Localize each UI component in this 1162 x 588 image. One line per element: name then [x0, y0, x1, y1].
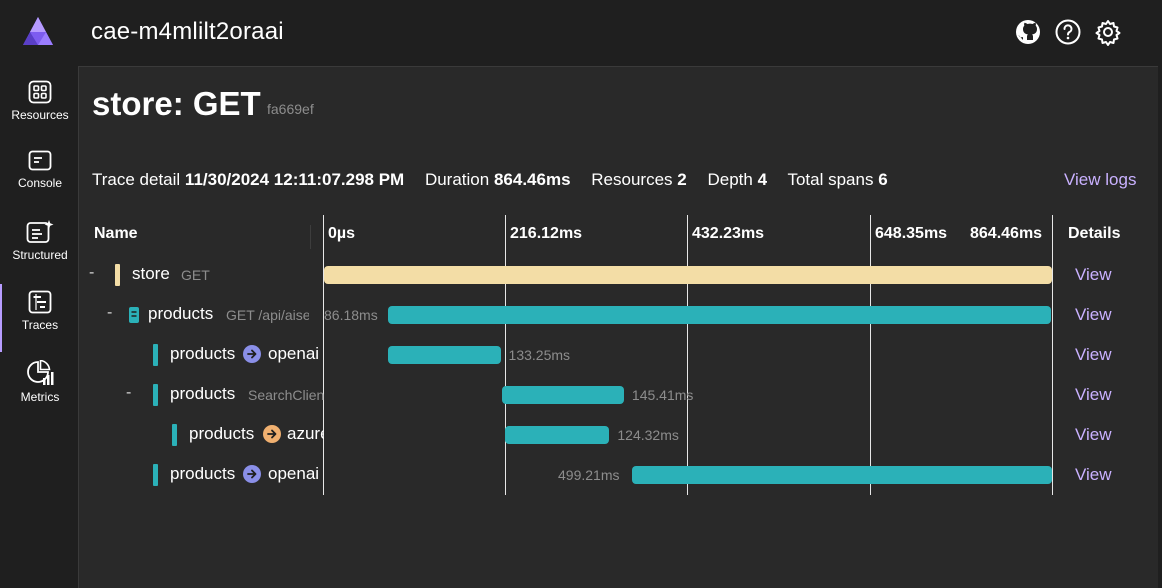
sidebar-item-structured[interactable]: Structured: [4, 208, 76, 272]
span-duration-label: 133.25ms: [508, 347, 571, 363]
aspire-logo-icon[interactable]: [22, 16, 54, 46]
span-duration-label: 145.41ms: [631, 387, 694, 403]
sidebar-item-traces[interactable]: Traces: [0, 278, 76, 352]
span-color-indicator: [153, 344, 158, 366]
sidebar-item-label: Resources: [11, 108, 69, 122]
project-icon: [129, 307, 139, 323]
span-duration-label: 499.21ms: [558, 467, 620, 483]
trace-detail-panel: store: GET fa669ef Trace detail 11/30/20…: [78, 66, 1158, 588]
span-row[interactable]: products azure 124.32ms View: [79, 415, 1159, 455]
trace-summary: Trace detail 11/30/2024 12:11:07.298 PM …: [92, 170, 904, 190]
sidebar-item-console[interactable]: Console: [4, 138, 76, 202]
outgoing-call-icon: [243, 345, 261, 363]
view-span-link[interactable]: View: [1075, 385, 1112, 405]
sidebar-item-label: Console: [17, 176, 63, 190]
resources-value: 2: [677, 170, 687, 189]
span-row[interactable]: products openai 499.21ms View: [79, 455, 1159, 495]
sidebar-item-label: Traces: [21, 318, 59, 332]
view-logs-link[interactable]: View logs: [1064, 170, 1136, 190]
settings-icon[interactable]: [1094, 18, 1122, 46]
console-icon: [28, 150, 52, 171]
span-target: azure: [287, 424, 324, 443]
outgoing-call-icon: [243, 465, 261, 483]
view-span-link[interactable]: View: [1075, 305, 1112, 325]
timeline-tick-3: 648.35ms: [875, 225, 948, 242]
collapse-toggle[interactable]: -: [107, 304, 112, 322]
total-spans-label: Total spans: [787, 170, 874, 189]
column-resize-handle[interactable]: [310, 225, 311, 249]
resources-label: Resources: [591, 170, 673, 189]
span-operation: GET: [181, 267, 210, 283]
span-service-name: products: [170, 384, 236, 403]
sidebar-item-resources[interactable]: Resources: [4, 68, 76, 132]
collapse-toggle[interactable]: -: [126, 384, 131, 402]
span-service-name: store: [132, 264, 170, 283]
details-column-header: Details: [1068, 225, 1121, 242]
trace-id: fa669ef: [267, 101, 314, 117]
trace-detail-value: 11/30/2024 12:11:07.298 PM: [184, 170, 405, 189]
metrics-icon: [27, 360, 54, 385]
sidebar-item-label: Structured: [12, 248, 68, 262]
view-span-link[interactable]: View: [1075, 465, 1112, 485]
span-operation: SearchClient: [248, 387, 324, 403]
github-icon[interactable]: [1014, 18, 1042, 46]
duration-value: 864.46ms: [493, 170, 571, 189]
span-service-name: products: [170, 464, 236, 483]
span-target: openai: [268, 464, 320, 483]
sidebar: Resources Console Structured Traces Metr…: [0, 66, 78, 588]
span-bar[interactable]: [324, 266, 1052, 284]
trace-detail-label: Trace detail: [92, 170, 181, 189]
help-icon[interactable]: [1054, 18, 1082, 46]
span-duration-label: 124.32ms: [617, 427, 679, 443]
view-span-link[interactable]: View: [1075, 425, 1112, 445]
span-service-name: products: [189, 424, 255, 443]
total-spans-value: 6: [878, 170, 888, 189]
span-duration-label: 86.18ms: [324, 307, 378, 323]
outgoing-call-icon: [263, 425, 281, 443]
structured-icon: [26, 220, 54, 243]
view-span-link[interactable]: View: [1075, 265, 1112, 285]
resources-icon: [28, 80, 52, 104]
sidebar-item-metrics[interactable]: Metrics: [4, 348, 76, 412]
span-row[interactable]: - store GET View: [79, 255, 1159, 295]
span-operation: GET /api/aisearch: [226, 307, 309, 323]
traces-icon: [28, 290, 52, 314]
span-row[interactable]: products openai 133.25ms View: [79, 335, 1159, 375]
app-title: cae-m4mlilt2oraai: [91, 18, 284, 45]
span-service-name: products: [170, 344, 236, 363]
span-bar[interactable]: [387, 306, 1051, 324]
depth-label: Depth: [707, 170, 753, 189]
timeline-tick-2: 432.23ms: [692, 225, 765, 242]
span-bar[interactable]: [501, 386, 624, 404]
span-target: openai: [268, 344, 320, 363]
depth-value: 4: [757, 170, 768, 189]
span-row[interactable]: - products SearchClient 145.41ms View: [79, 375, 1159, 415]
collapse-toggle[interactable]: -: [89, 264, 94, 282]
timeline-tick-0: 0µs: [328, 225, 356, 242]
span-color-indicator: [153, 464, 158, 486]
duration-label: Duration: [424, 170, 490, 189]
span-color-indicator: [172, 424, 177, 446]
span-bar[interactable]: [388, 346, 501, 364]
timeline-tick-4: 864.46ms: [970, 225, 1043, 242]
top-bar: cae-m4mlilt2oraai: [0, 0, 1162, 66]
span-service-name: products: [148, 304, 214, 323]
span-bar[interactable]: [504, 426, 610, 444]
span-color-indicator: [153, 384, 158, 406]
sidebar-item-label: Metrics: [20, 390, 60, 404]
span-color-indicator: [115, 264, 120, 286]
span-row[interactable]: - products GET /api/aisearch 86.18ms Vie…: [79, 295, 1159, 335]
name-column-header[interactable]: Name: [94, 225, 138, 249]
timeline-tick-1: 216.12ms: [510, 225, 583, 242]
page-title: store: GET: [92, 85, 261, 122]
span-bar[interactable]: [631, 466, 1052, 484]
view-span-link[interactable]: View: [1075, 345, 1112, 365]
